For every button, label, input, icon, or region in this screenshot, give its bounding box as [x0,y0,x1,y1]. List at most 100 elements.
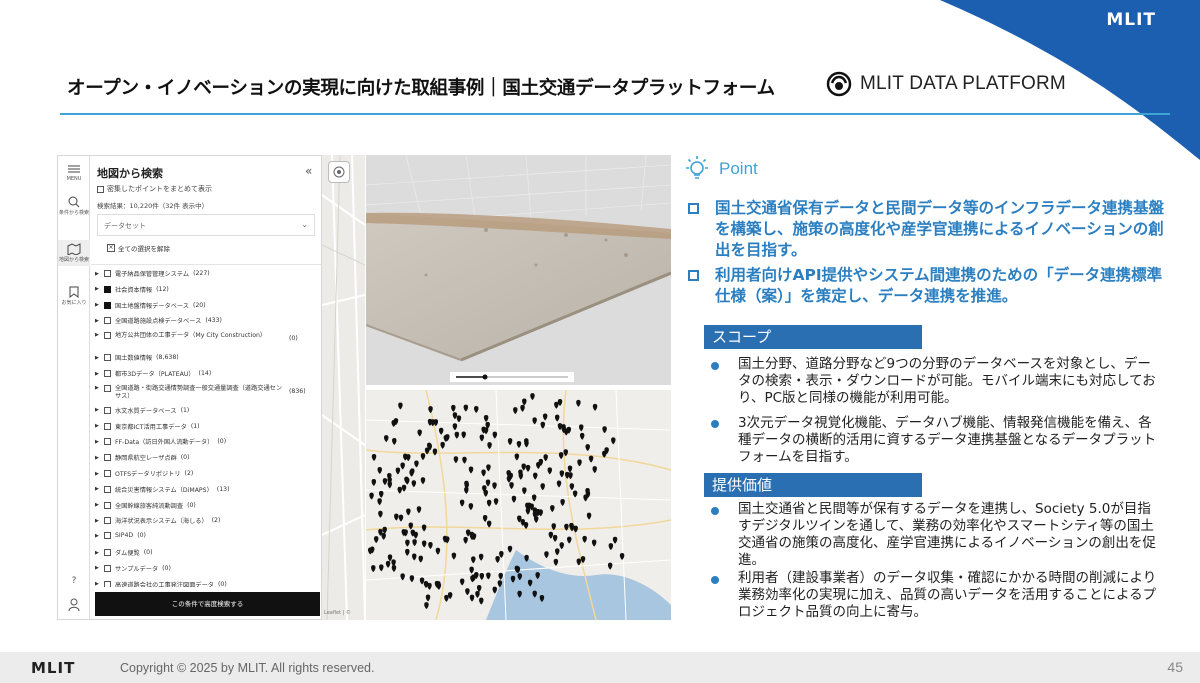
category-item[interactable]: ▶ 電子納品保管管理システム (227) [95,269,321,278]
expand-arrow-icon[interactable]: ▶ [95,355,100,361]
menu-icon [68,165,80,173]
category-checkbox[interactable] [104,354,111,362]
expand-arrow-icon[interactable]: ▶ [95,439,100,445]
category-item[interactable]: ▶ 高速道路会社の工事発注図面データ (0) [95,580,321,587]
rail-favorite[interactable]: お気に入り [58,286,90,306]
category-checkbox[interactable] [104,438,111,446]
expand-arrow-icon[interactable]: ▶ [95,332,100,338]
category-count: (1) [190,422,200,430]
category-count: (13) [216,485,230,493]
clear-selection-button[interactable]: × 全ての選択を解除 [107,243,170,253]
category-checkbox[interactable] [104,549,111,556]
category-label: 統合災害情報システム（DiMAPS） [115,486,213,494]
point-label: Point [719,159,758,178]
rail-user[interactable] [58,598,90,614]
category-checkbox[interactable] [104,517,111,525]
3d-viewer[interactable] [366,155,671,385]
category-item[interactable]: ▶ 水文水質データベース (1) [95,406,321,415]
opacity-slider[interactable] [450,372,574,382]
category-item[interactable]: ▶ 海洋状況表示システム（海しる） (2) [95,516,321,525]
category-item[interactable]: ▶ 全国幹線旅客純流動調査 (0) [95,501,321,510]
category-checkbox[interactable] [104,564,111,572]
expand-arrow-icon[interactable]: ▶ [95,371,100,377]
expand-arrow-icon[interactable]: ▶ [95,455,100,461]
clear-selection-label: 全ての選択を解除 [118,245,170,253]
category-item[interactable]: ▶ 国土地盤情報データベース (20) [95,301,321,310]
category-label: 全国幹線旅客純流動調査 [115,502,184,510]
category-item[interactable]: ▶ FF-Data（訪日外国人流動データ） (0) [95,437,321,446]
rail-filter-search[interactable]: 条件から検索 [58,196,90,216]
category-item[interactable]: ▶ 地方公共団体の工事データ（My City Construction） (0) [95,332,321,342]
category-checkbox[interactable] [104,406,111,414]
category-count: (2) [184,470,194,477]
category-checkbox[interactable] [104,580,111,587]
bullet-dot-icon [711,420,719,428]
expand-arrow-icon[interactable]: ▶ [95,385,100,391]
category-count: (8,638) [156,354,179,362]
category-checkbox[interactable] [104,485,111,493]
panel-title: 地図から検索 [97,167,163,180]
category-checkbox[interactable] [104,285,111,293]
category-checkbox[interactable] [104,332,111,340]
category-checkbox[interactable] [104,301,111,309]
dataset-select[interactable]: データセット ⌄ [97,214,315,236]
expand-arrow-icon[interactable]: ▶ [95,533,100,539]
category-checkbox[interactable] [104,532,111,540]
footer-logo: MLIT [31,659,76,677]
collapse-panel-button[interactable]: « [305,164,312,178]
category-item[interactable]: ▶ 東京都ICT活用工事データ (1) [95,422,321,431]
bookmark-icon [69,286,79,298]
category-item[interactable]: ▶ 都市3Dデータ（PLATEAU） (14) [95,369,321,378]
category-count: (0) [289,335,298,343]
advanced-search-button[interactable]: この条件で高度検索する [95,592,320,616]
rail-map-search[interactable]: 地図から検索 [58,240,90,266]
cluster-points-checkbox[interactable]: 密集したポイントをまとめて表示 [97,184,212,194]
expand-arrow-icon[interactable]: ▶ [95,486,100,492]
map-background-strip[interactable]: Leaflet | © [322,155,365,620]
category-item[interactable]: ▶ 国土数値情報 (8,638) [95,353,321,362]
map-attribution[interactable]: Leaflet | © [324,610,351,616]
expand-arrow-icon[interactable]: ▶ [95,423,100,429]
map-layer-control[interactable] [328,161,350,183]
expand-arrow-icon[interactable]: ▶ [95,471,100,477]
pin-map[interactable] [366,390,671,620]
category-item[interactable]: ▶ サンプルデータ (0) [95,564,321,573]
category-count: (0) [187,501,196,509]
expand-arrow-icon[interactable]: ▶ [95,502,100,508]
expand-arrow-icon[interactable]: ▶ [95,518,100,524]
category-label: 国土地盤情報データベース [115,302,189,310]
category-item[interactable]: ▶ OTFSデータリポジトリ (2) [95,469,321,478]
category-item[interactable]: ▶ 統合災害情報システム（DiMAPS） (13) [95,485,321,494]
category-item[interactable]: ▶ 全国道路施設点検データベース (433) [95,316,321,325]
category-item[interactable]: ▶ 社会資本情報 (12) [95,285,321,294]
category-label: OTFSデータリポジトリ [115,471,181,478]
category-label: 水文水質データベース [115,407,177,415]
category-checkbox[interactable] [104,384,111,392]
category-checkbox[interactable] [104,454,111,462]
expand-arrow-icon[interactable]: ▶ [95,550,100,556]
category-checkbox[interactable] [104,470,111,477]
rail-menu-label: MENU [66,176,82,182]
category-checkbox[interactable] [104,317,111,325]
expand-arrow-icon[interactable]: ▶ [95,302,100,308]
category-checkbox[interactable] [104,270,111,277]
expand-arrow-icon[interactable]: ▶ [95,286,100,292]
help-icon[interactable]: ? [58,577,90,586]
category-item[interactable]: ▶ ダム便覧 (0) [95,548,321,557]
checkbox-box[interactable] [97,185,104,193]
category-label: SIP4D [115,532,134,540]
rail-menu[interactable]: MENU [58,164,90,182]
category-item[interactable]: ▶ 全国道路・街路交通情勢調査一般交通量調査（道路交通センサス） (836) [95,384,321,401]
category-label: サンプルデータ [115,565,159,573]
category-checkbox[interactable] [104,422,111,430]
expand-arrow-icon[interactable]: ▶ [95,271,100,277]
category-checkbox[interactable] [104,370,111,377]
category-item[interactable]: ▶ SIP4D (0) [95,532,321,540]
category-checkbox[interactable] [104,501,111,509]
map-roads [322,155,365,620]
expand-arrow-icon[interactable]: ▶ [95,318,100,324]
expand-arrow-icon[interactable]: ▶ [95,565,100,571]
category-item[interactable]: ▶ 静岡県航空レーザ点群 (0) [95,453,321,462]
expand-arrow-icon[interactable]: ▶ [95,407,100,413]
expand-arrow-icon[interactable]: ▶ [95,581,100,587]
